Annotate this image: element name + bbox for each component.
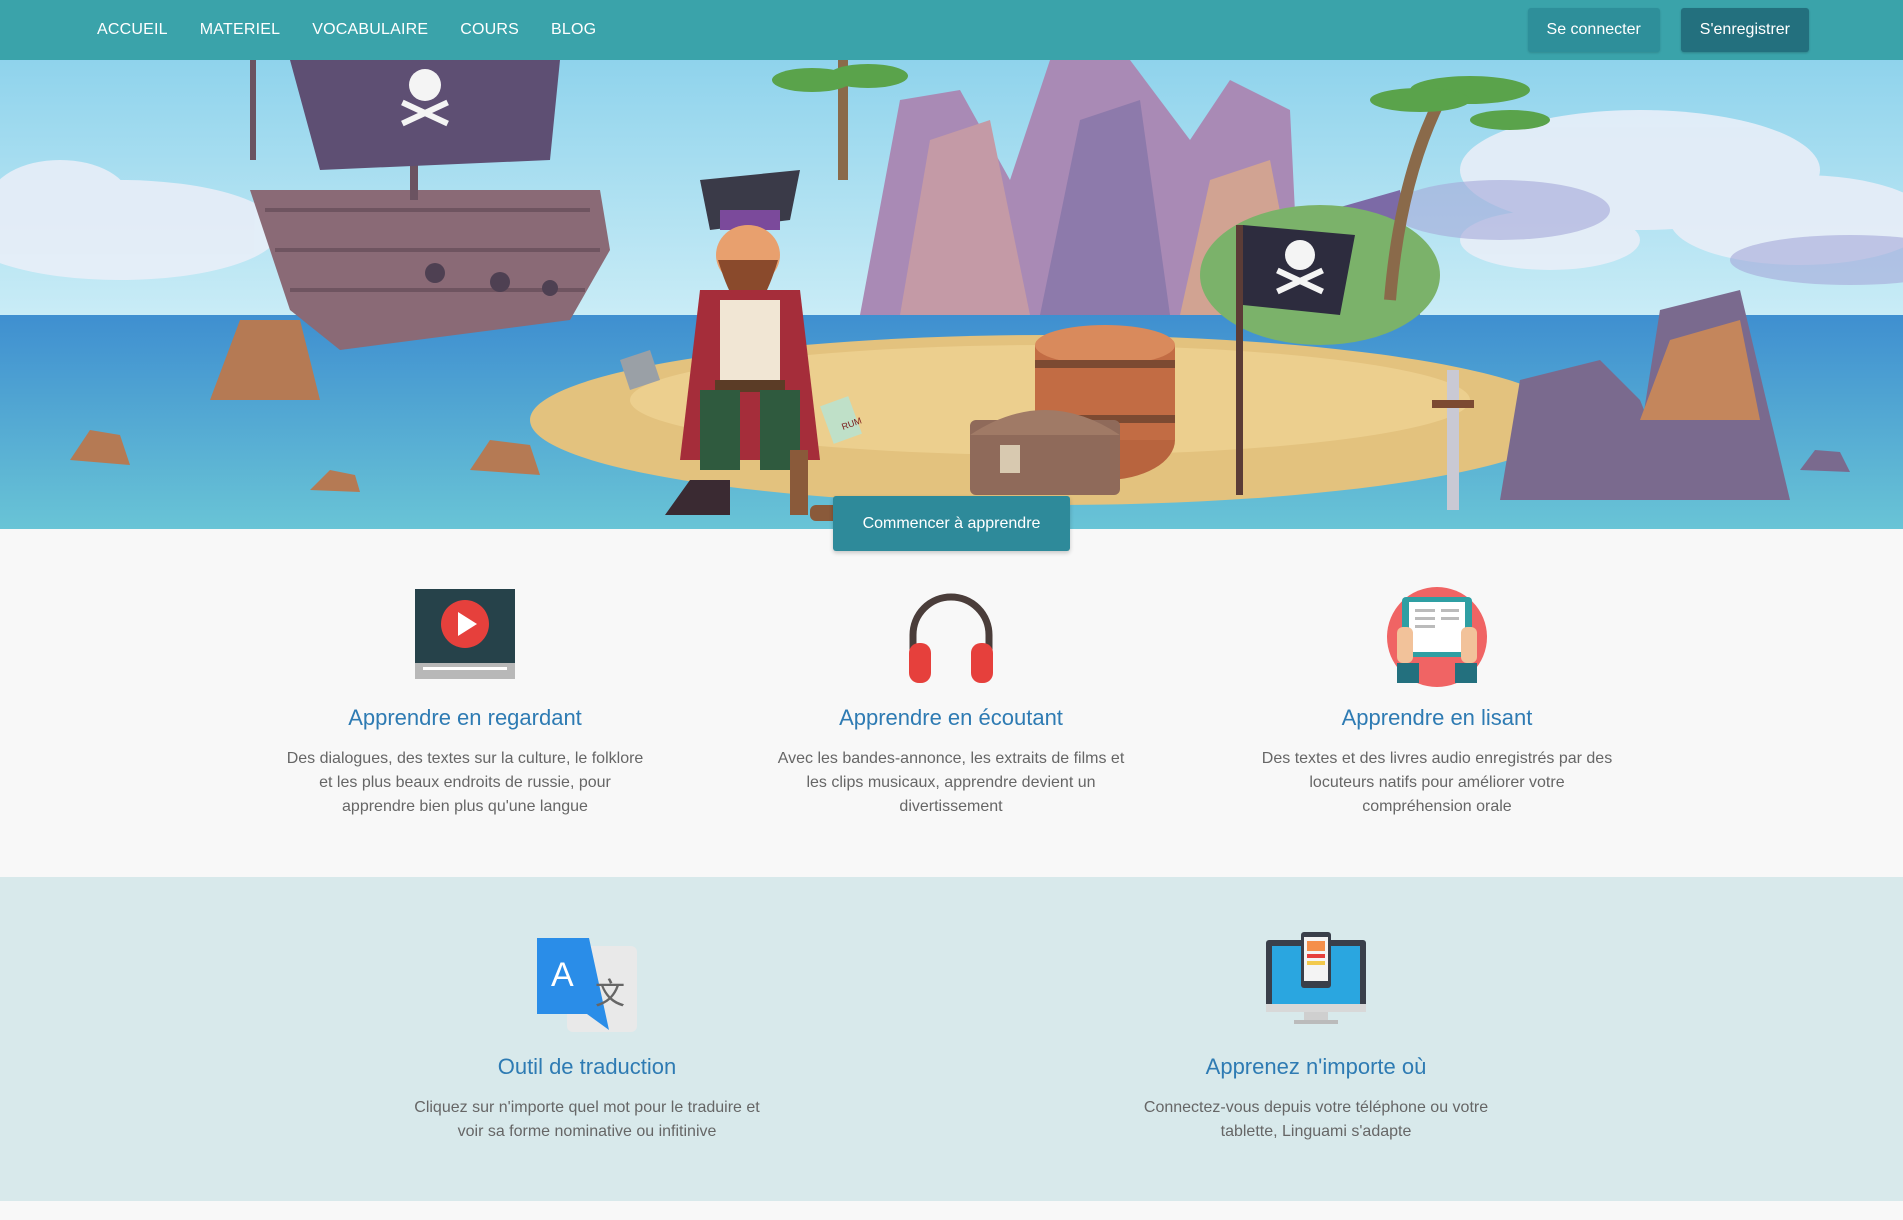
translate-icon: A 文 [537, 938, 637, 1032]
nav-link-accueil[interactable]: ACCUEIL [97, 21, 168, 39]
book-reading-icon [1387, 587, 1487, 687]
nav-link-vocabulaire[interactable]: VOCABULAIRE [312, 21, 428, 39]
feature-title: Apprendre en lisant [1341, 705, 1533, 730]
nav-links: ACCUEIL MATERIEL VOCABULAIRE COURS BLOG [97, 0, 628, 60]
start-learning-button[interactable]: Commencer à apprendre [833, 496, 1070, 551]
nav-actions: Se connecter S'enregistrer [1527, 8, 1809, 52]
top-navbar: ACCUEIL MATERIEL VOCABULAIRE COURS BLOG … [0, 0, 1903, 60]
feature-watch: Apprendre en regardant Des dialogues, de… [265, 529, 665, 819]
svg-text:文: 文 [595, 978, 625, 1011]
feature-title: Apprenez n'importe où [1205, 1054, 1427, 1079]
headphones-icon [909, 593, 993, 683]
feature-description: Avec les bandes-annonce, les extraits de… [777, 750, 1125, 815]
feature-description: Cliquez sur n'importe quel mot pour le t… [414, 1099, 760, 1140]
feature-title: Apprendre en écoutant [839, 705, 1063, 730]
nav-link-materiel[interactable]: MATERIEL [200, 21, 280, 39]
nav-link-blog[interactable]: BLOG [551, 21, 596, 39]
feature-title: Apprendre en regardant [348, 705, 582, 730]
feature-read: Apprendre en lisant Des textes et des li… [1237, 529, 1637, 819]
pirate-island-illustration: RUM [0, 60, 1903, 529]
features-section-secondary: A 文 Outil de traduction Cliquez sur n'im… [0, 877, 1903, 1201]
feature-description: Des dialogues, des textes sur la culture… [286, 750, 644, 815]
features-section: Apprendre en regardant Des dialogues, de… [0, 529, 1903, 877]
login-button[interactable]: Se connecter [1527, 8, 1660, 52]
feature-anywhere: Apprenez n'importe où Connectez-vous dep… [1106, 877, 1526, 1144]
devices-icon [1266, 932, 1366, 1024]
feature-listen: Apprendre en écoutant Avec les bandes-an… [751, 529, 1151, 819]
footer-strip [0, 1201, 1903, 1220]
nav-link-cours[interactable]: COURS [460, 21, 519, 39]
feature-translate: A 文 Outil de traduction Cliquez sur n'im… [377, 877, 797, 1144]
feature-description: Connectez-vous depuis votre téléphone ou… [1143, 1099, 1489, 1140]
feature-title: Outil de traduction [497, 1054, 677, 1079]
hero-banner: RUM [0, 60, 1903, 529]
feature-description: Des textes et des livres audio enregistr… [1261, 750, 1613, 815]
register-button[interactable]: S'enregistrer [1680, 8, 1809, 52]
video-play-icon [415, 589, 515, 679]
svg-text:A: A [551, 956, 574, 994]
